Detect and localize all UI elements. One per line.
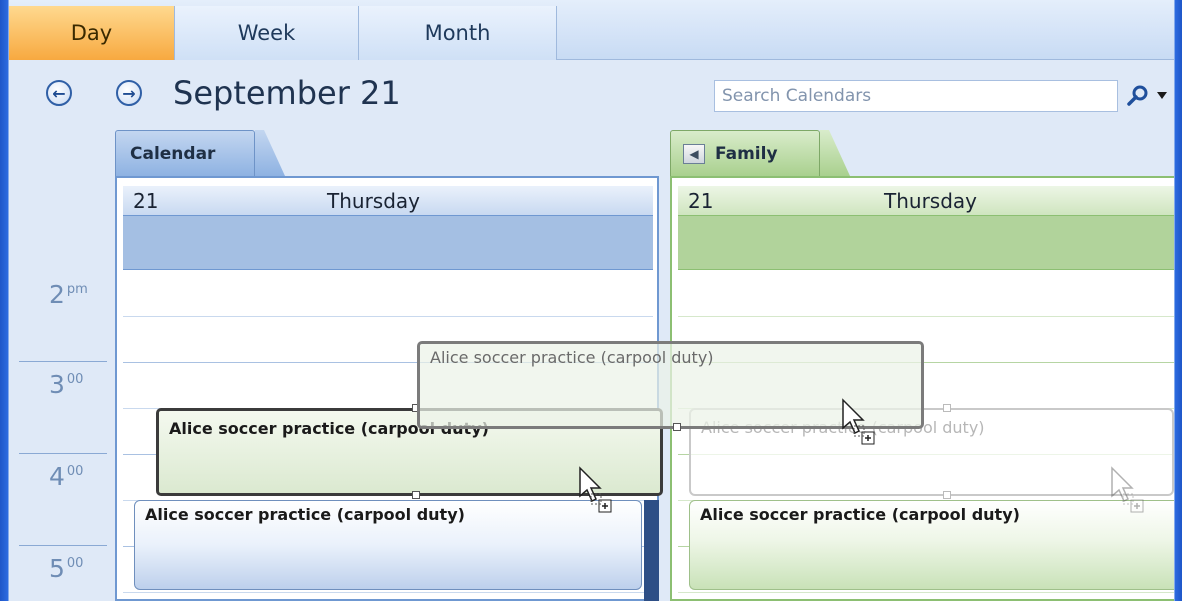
- resize-handle[interactable]: [673, 423, 681, 431]
- appointment-family[interactable]: Alice soccer practice (carpool duty): [689, 500, 1174, 590]
- hour-divider: [19, 545, 107, 546]
- all-day-area[interactable]: [678, 216, 1174, 270]
- half-hour-line: [678, 316, 1174, 317]
- chevron-down-icon[interactable]: [1157, 92, 1167, 99]
- hour-divider: [19, 453, 107, 454]
- tab-label: Calendar: [130, 143, 216, 164]
- half-hour-line: [123, 592, 653, 593]
- day-header[interactable]: 21 Thursday: [123, 186, 653, 216]
- page-title: September 21: [173, 74, 401, 112]
- tab-calendar[interactable]: Calendar: [115, 130, 255, 176]
- scrollbar[interactable]: [644, 500, 659, 601]
- tab-family-edge: [820, 130, 850, 176]
- tab-family[interactable]: ◀ Family: [670, 130, 820, 176]
- day-header[interactable]: 21 Thursday: [678, 186, 1174, 216]
- search-icon[interactable]: [1125, 84, 1151, 108]
- appointment-calendar[interactable]: Alice soccer practice (carpool duty): [134, 500, 642, 590]
- search-input[interactable]: [715, 81, 1095, 111]
- day-number: 21: [688, 188, 714, 213]
- resize-handle[interactable]: [412, 491, 420, 499]
- search-box[interactable]: [714, 80, 1118, 112]
- day-number: 21: [133, 188, 159, 213]
- resize-handle: [943, 404, 951, 412]
- arrow-left-icon[interactable]: ◀: [683, 143, 705, 164]
- tab-day[interactable]: Day: [9, 6, 175, 60]
- time-label: 5 00: [49, 554, 84, 583]
- time-ruler: 2 pm 3 00 4 00 5 00: [9, 130, 109, 601]
- half-hour-line: [678, 592, 1174, 593]
- time-label: 3 00: [49, 370, 84, 399]
- tab-week[interactable]: Week: [175, 6, 359, 60]
- half-hour-line: [123, 316, 653, 317]
- forward-arrow-icon[interactable]: →: [116, 80, 142, 106]
- back-arrow-icon[interactable]: ←: [46, 80, 72, 106]
- day-name: Thursday: [884, 188, 977, 213]
- drag-copy-cursor-icon: [577, 466, 617, 516]
- view-tab-bar: Day Week Month: [9, 0, 1174, 60]
- calendar-window: Day Week Month ← → September 21 2pm 300 …: [9, 0, 1174, 601]
- drag-copy-cursor-icon: [1109, 466, 1149, 516]
- tab-label: Family: [715, 143, 778, 164]
- tab-calendar-edge: [255, 130, 285, 176]
- hour-divider: [19, 361, 107, 362]
- time-label: 2 pm: [49, 280, 88, 309]
- drag-copy-cursor-icon: [840, 398, 880, 448]
- all-day-area[interactable]: [123, 216, 653, 270]
- day-name: Thursday: [327, 188, 420, 213]
- time-label: 4 00: [49, 462, 84, 491]
- resize-handle: [943, 491, 951, 499]
- tab-month[interactable]: Month: [359, 6, 557, 60]
